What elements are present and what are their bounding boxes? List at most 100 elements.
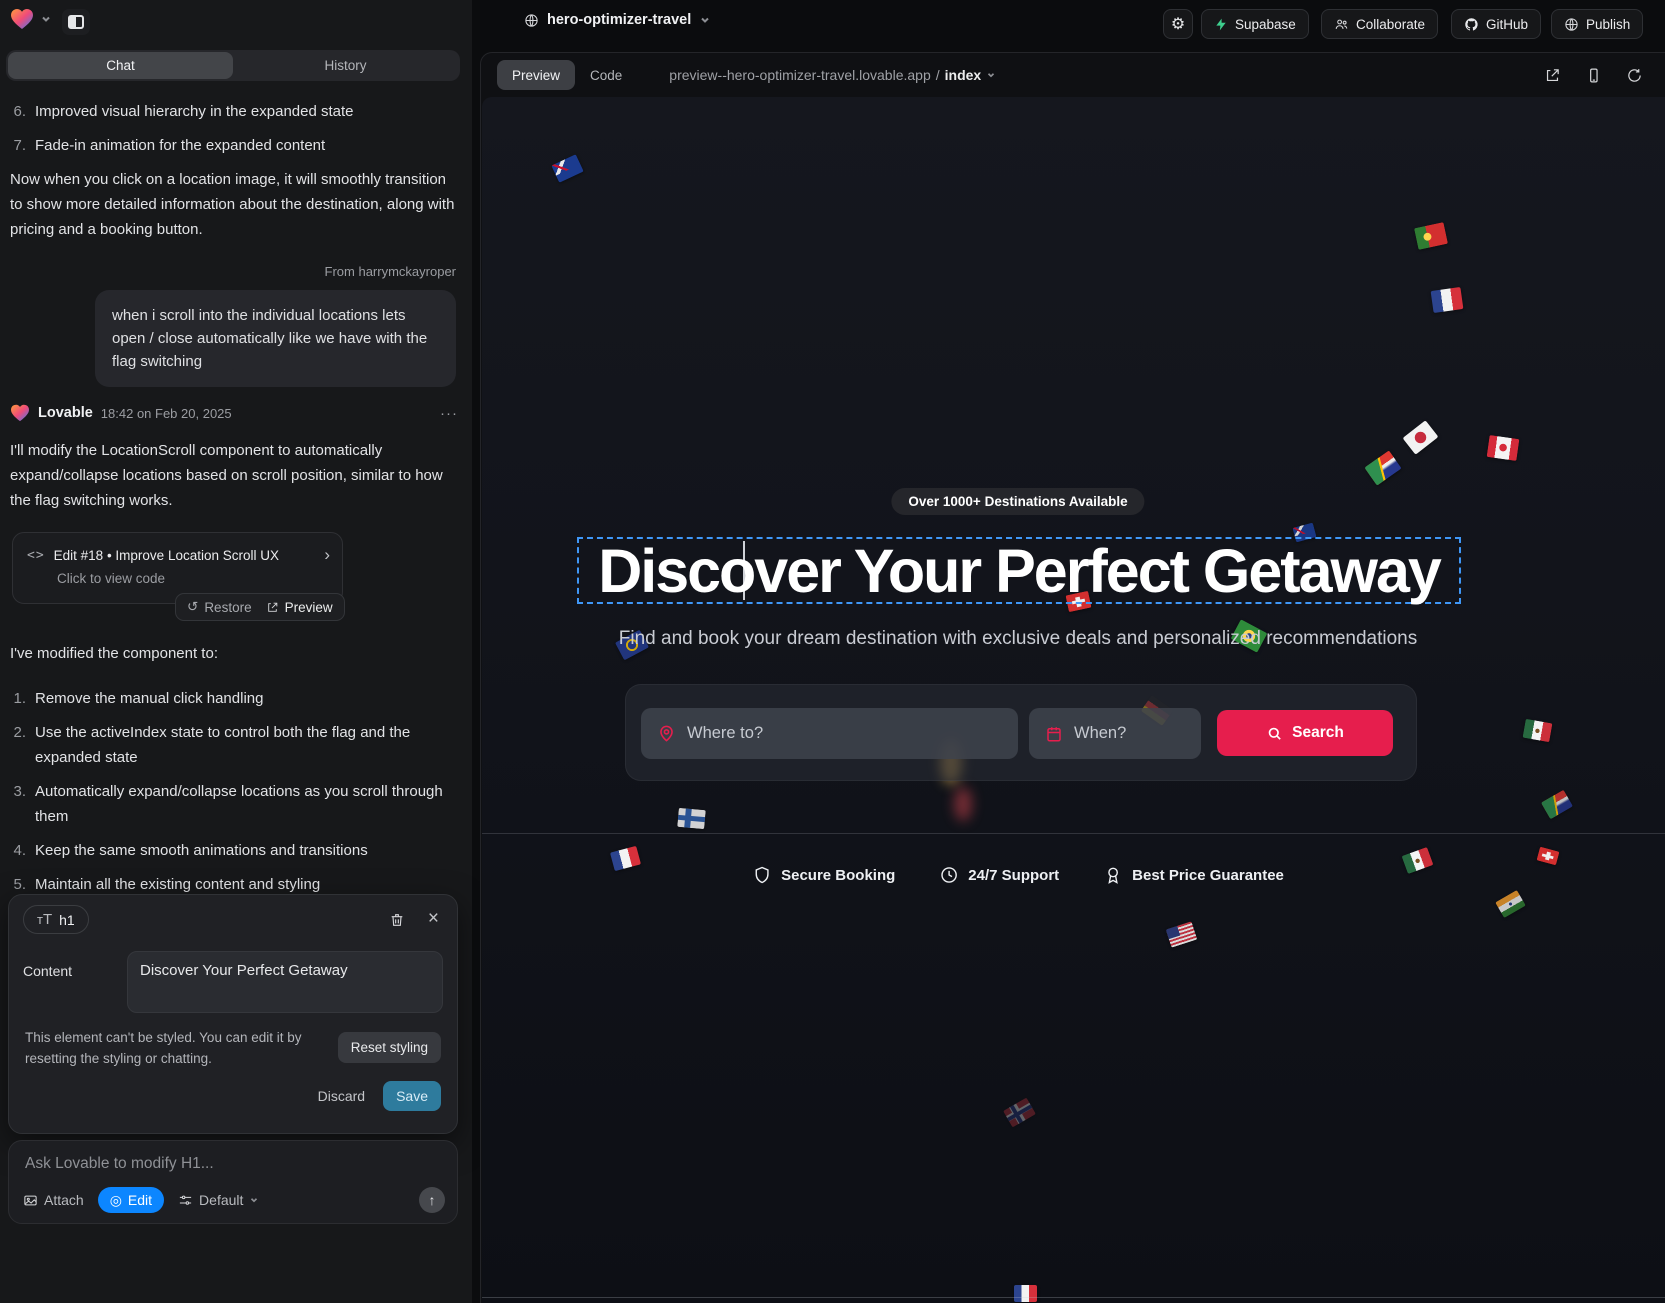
chevron-right-icon: › <box>324 545 330 565</box>
india-flag <box>1495 890 1526 918</box>
tab-history[interactable]: History <box>233 52 458 79</box>
hero-heading[interactable]: Discover Your Perfect Getaway <box>579 536 1459 606</box>
canada-flag <box>1487 435 1520 461</box>
award-icon <box>1103 865 1123 885</box>
sliders-icon <box>178 1193 193 1208</box>
content-input[interactable]: Discover Your Perfect Getaway <box>127 951 443 1013</box>
bottom-divider <box>482 1297 1665 1298</box>
publish-button[interactable]: Publish <box>1551 9 1643 39</box>
switzerland-flag <box>1537 847 1560 866</box>
blur-orb <box>954 787 972 821</box>
user-message-bubble: when i scroll into the individual locati… <box>95 290 456 387</box>
feature-row: Secure Booking 24/7 Support Best Price Gua… <box>752 865 1284 885</box>
message-menu-icon[interactable]: ··· <box>440 405 458 422</box>
chat-composer[interactable]: Ask Lovable to modify H1... Attach ◎ Edi… <box>8 1140 458 1224</box>
map-pin-icon <box>657 724 676 743</box>
destinations-badge: Over 1000+ Destinations Available <box>891 488 1144 515</box>
version-actions: ↺ Restore Preview <box>175 593 345 621</box>
modified-list: 1.Remove the manual click handling2.Use … <box>10 686 458 906</box>
usa-flag <box>1166 921 1198 947</box>
list-item: 6.Improved visual hierarchy in the expan… <box>10 99 458 124</box>
assistant-name: Lovable <box>38 405 93 421</box>
chat-sidebar: Chat History 6.Improved visual hierarchy… <box>0 0 472 1303</box>
preview-version-button[interactable]: Preview <box>266 600 333 615</box>
preview-panel: Preview Code preview--hero-optimizer-tra… <box>480 52 1665 1303</box>
toggle-sidebar-button[interactable] <box>62 9 90 35</box>
australia-flag <box>551 154 584 183</box>
from-user-label: From harrymckayroper <box>325 264 456 279</box>
open-in-new-icon[interactable] <box>1544 67 1561 84</box>
image-icon <box>23 1193 38 1208</box>
shield-icon <box>752 865 772 885</box>
preview-viewport[interactable]: Over 1000+ Destinations Available Discov… <box>482 97 1665 1303</box>
where-input[interactable]: Where to? <box>641 708 1018 759</box>
globe-icon <box>524 13 539 28</box>
preview-url[interactable]: preview--hero-optimizer-travel.lovable.a… <box>669 67 996 83</box>
restore-button[interactable]: ↺ Restore <box>187 599 252 615</box>
edit-card-title: Edit #18 • Improve Location Scroll UX <box>54 548 279 563</box>
hero-subheading: Find and book your dream destination wit… <box>568 628 1468 650</box>
mobile-icon[interactable] <box>1585 67 1602 84</box>
reset-styling-button[interactable]: Reset styling <box>338 1032 441 1063</box>
chevron-down-icon <box>986 70 996 80</box>
search-icon <box>1266 725 1283 742</box>
when-input[interactable]: When? <box>1029 708 1201 759</box>
trash-icon[interactable] <box>389 912 405 928</box>
list-item: 7.Fade-in animation for the expanded con… <box>10 133 458 158</box>
finland-flag <box>677 808 706 829</box>
tab-preview[interactable]: Preview <box>497 60 575 90</box>
composer-input[interactable]: Ask Lovable to modify H1... <box>25 1155 443 1173</box>
project-switcher[interactable]: hero-optimizer-travel <box>524 12 711 28</box>
portugal-flag <box>1414 222 1448 250</box>
chevron-down-icon <box>249 1195 259 1205</box>
selection-outline: Discover Your Perfect Getaway <box>577 537 1461 604</box>
attach-button[interactable]: Attach <box>23 1192 84 1208</box>
chevron-down-icon <box>699 14 711 26</box>
assistant-paragraph: Now when you click on a location image, … <box>10 167 458 242</box>
style-note: This element can't be styled. You can ed… <box>25 1027 345 1069</box>
supabase-bolt-icon <box>1214 17 1228 32</box>
message-timestamp: 18:42 on Feb 20, 2025 <box>101 406 232 421</box>
element-tag-pill[interactable]: тT h1 <box>23 905 89 934</box>
list-item: 2.Use the activeIndex state to control b… <box>10 720 458 770</box>
clock-icon <box>939 865 959 885</box>
france-flag <box>610 846 641 871</box>
calendar-icon <box>1045 725 1063 743</box>
code-icon: <> <box>27 548 45 563</box>
numbered-list-scrolled: 6.Improved visual hierarchy in the expan… <box>10 99 458 167</box>
assistant-paragraph-2: I'll modify the LocationScroll component… <box>10 438 458 513</box>
close-icon[interactable]: × <box>428 908 439 930</box>
feature-item: 24/7 Support <box>939 865 1059 885</box>
discard-button[interactable]: Discard <box>318 1088 365 1104</box>
feature-label: Secure Booking <box>781 867 895 884</box>
list-item: 3.Automatically expand/collapse location… <box>10 779 458 829</box>
typography-icon: тT <box>37 911 52 928</box>
github-button[interactable]: GitHub <box>1451 9 1541 39</box>
default-mode-button[interactable]: Default <box>178 1192 259 1208</box>
chevron-down-icon[interactable] <box>40 13 52 25</box>
norway-flag <box>1003 1098 1036 1128</box>
people-icon <box>1334 17 1349 32</box>
globe-icon <box>1564 17 1579 32</box>
tab-code[interactable]: Code <box>575 60 637 90</box>
france-flag <box>1431 287 1464 313</box>
save-button[interactable]: Save <box>383 1081 441 1111</box>
tab-chat[interactable]: Chat <box>8 52 233 79</box>
refresh-icon[interactable] <box>1626 67 1643 84</box>
chat-history-tabs: Chat History <box>6 50 460 81</box>
search-card: Where to? When? Search <box>625 684 1417 781</box>
settings-button[interactable]: ⚙ <box>1163 9 1193 39</box>
search-button[interactable]: Search <box>1217 710 1393 756</box>
feature-item: Best Price Guarantee <box>1103 865 1284 885</box>
send-button[interactable]: ↑ <box>419 1187 445 1213</box>
feature-label: 24/7 Support <box>968 867 1059 884</box>
element-tag: h1 <box>59 912 75 928</box>
edit-mode-button[interactable]: ◎ Edit <box>98 1187 164 1213</box>
lovable-heart-logo[interactable] <box>10 8 34 30</box>
github-icon <box>1464 17 1479 32</box>
south-africa-flag <box>1541 790 1573 819</box>
supabase-button[interactable]: Supabase <box>1201 9 1309 39</box>
south-africa-flag <box>1364 450 1401 485</box>
collaborate-button[interactable]: Collaborate <box>1321 9 1438 39</box>
mexico-flag <box>1523 719 1553 742</box>
